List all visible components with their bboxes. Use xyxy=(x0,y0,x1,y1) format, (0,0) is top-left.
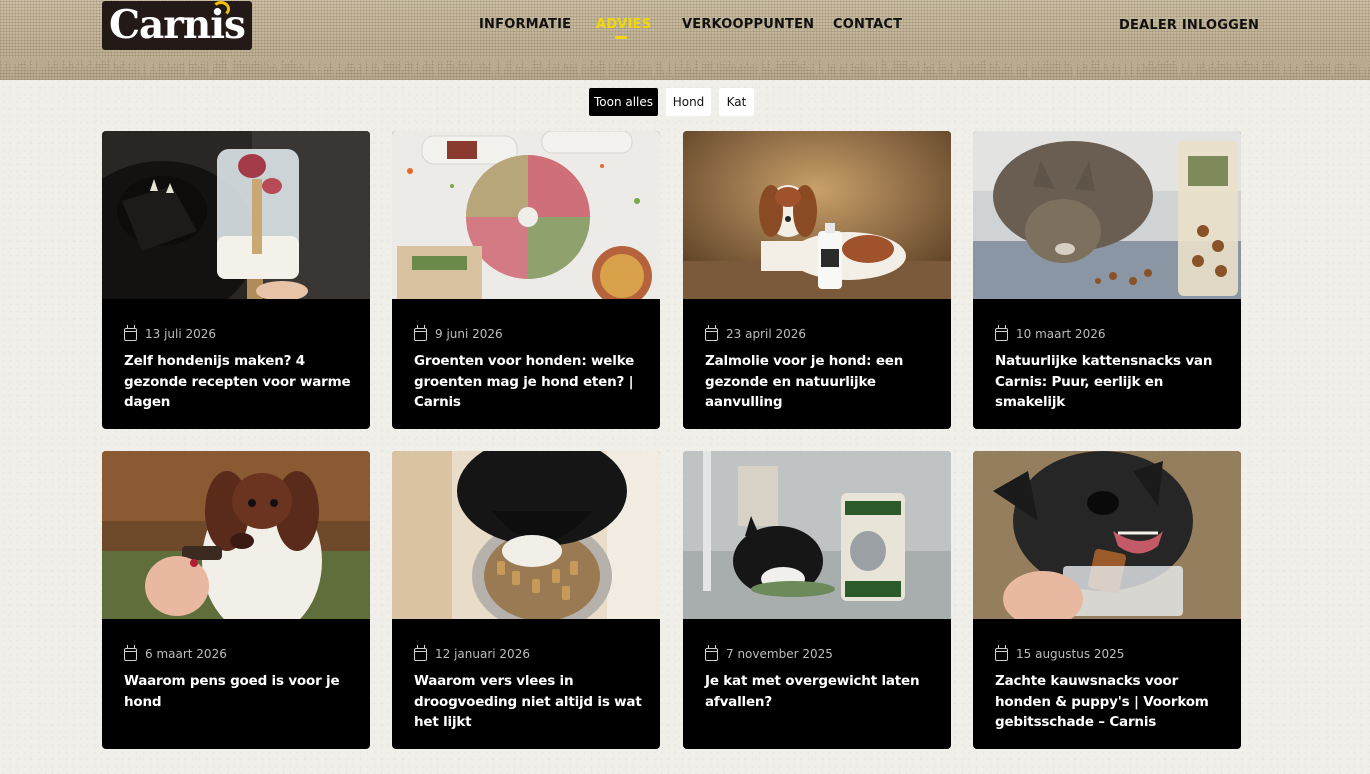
calendar-icon xyxy=(414,644,427,661)
nav-verkooppunten[interactable]: VERKOOPPUNTEN xyxy=(682,17,814,35)
article-title[interactable]: Groenten voor honden: welke groenten mag… xyxy=(414,351,646,413)
filter-kat[interactable]: Kat xyxy=(719,88,754,116)
calendar-icon xyxy=(124,644,137,661)
carnis-logo[interactable]: Carnis xyxy=(102,1,252,50)
article-title[interactable]: Zalmolie voor je hond: een gezonde en na… xyxy=(705,351,937,413)
logo-swoosh-icon xyxy=(212,1,230,17)
nav-contact[interactable]: CONTACT xyxy=(833,17,902,35)
article-title[interactable]: Waarom vers vlees in droogvoeding niet a… xyxy=(414,671,646,733)
article-card[interactable]: 9 juni 2026 Groenten voor honden: welke … xyxy=(392,131,660,429)
article-date: 9 juni 2026 xyxy=(414,324,503,342)
article-date: 12 januari 2026 xyxy=(414,644,530,662)
article-image-dog-chew-snack xyxy=(973,451,1241,619)
calendar-icon xyxy=(705,644,718,661)
article-card[interactable]: 12 januari 2026 Waarom vers vlees in dro… xyxy=(392,451,660,749)
article-date: 7 november 2025 xyxy=(705,644,833,662)
article-image-dog-ice-popsicle xyxy=(102,131,370,299)
article-card[interactable]: 6 maart 2026 Waarom pens goed is voor je… xyxy=(102,451,370,749)
article-title[interactable]: Waarom pens goed is voor je hond xyxy=(124,671,356,712)
article-date: 6 maart 2026 xyxy=(124,644,227,662)
article-title[interactable]: Zachte kauwsnacks voor honden & puppy's … xyxy=(995,671,1227,733)
nav-advies[interactable]: ADVIES xyxy=(596,17,651,35)
article-image-spaniel-with-salmon-oil xyxy=(683,131,951,299)
article-card[interactable]: 15 augustus 2025 Zachte kauwsnacks voor … xyxy=(973,451,1241,749)
article-image-vegetables-and-meat xyxy=(392,131,660,299)
article-image-dog-eating-from-bowl xyxy=(392,451,660,619)
article-card[interactable]: 7 november 2025 Je kat met overgewicht l… xyxy=(683,451,951,749)
article-title[interactable]: Zelf hondenijs maken? 4 gezonde recepten… xyxy=(124,351,356,413)
article-card[interactable]: 23 april 2026 Zalmolie voor je hond: een… xyxy=(683,131,951,429)
dealer-login-link[interactable]: DEALER INLOGGEN xyxy=(1119,18,1259,36)
article-date: 23 april 2026 xyxy=(705,324,806,342)
article-title[interactable]: Natuurlijke kattensnacks van Carnis: Puu… xyxy=(995,351,1227,413)
article-image-cat-with-food-bag xyxy=(683,451,951,619)
article-image-border-collie-treat xyxy=(102,451,370,619)
calendar-icon xyxy=(124,324,137,341)
calendar-icon xyxy=(705,324,718,341)
burlap-fringe xyxy=(0,58,1370,80)
nav-informatie[interactable]: INFORMATIE xyxy=(479,17,571,35)
filter-toon-alles[interactable]: Toon alles xyxy=(589,88,658,116)
calendar-icon xyxy=(995,324,1008,341)
article-date: 13 juli 2026 xyxy=(124,324,216,342)
article-card[interactable]: 10 maart 2026 Natuurlijke kattensnacks v… xyxy=(973,131,1241,429)
filter-hond[interactable]: Hond xyxy=(666,88,711,116)
nav-active-indicator xyxy=(615,36,627,39)
article-card[interactable]: 13 juli 2026 Zelf hondenijs maken? 4 gez… xyxy=(102,131,370,429)
calendar-icon xyxy=(995,644,1008,661)
article-title[interactable]: Je kat met overgewicht laten afvallen? xyxy=(705,671,937,712)
calendar-icon xyxy=(414,324,427,341)
article-date: 15 augustus 2025 xyxy=(995,644,1124,662)
article-date: 10 maart 2026 xyxy=(995,324,1105,342)
article-image-cat-eating-snacks xyxy=(973,131,1241,299)
